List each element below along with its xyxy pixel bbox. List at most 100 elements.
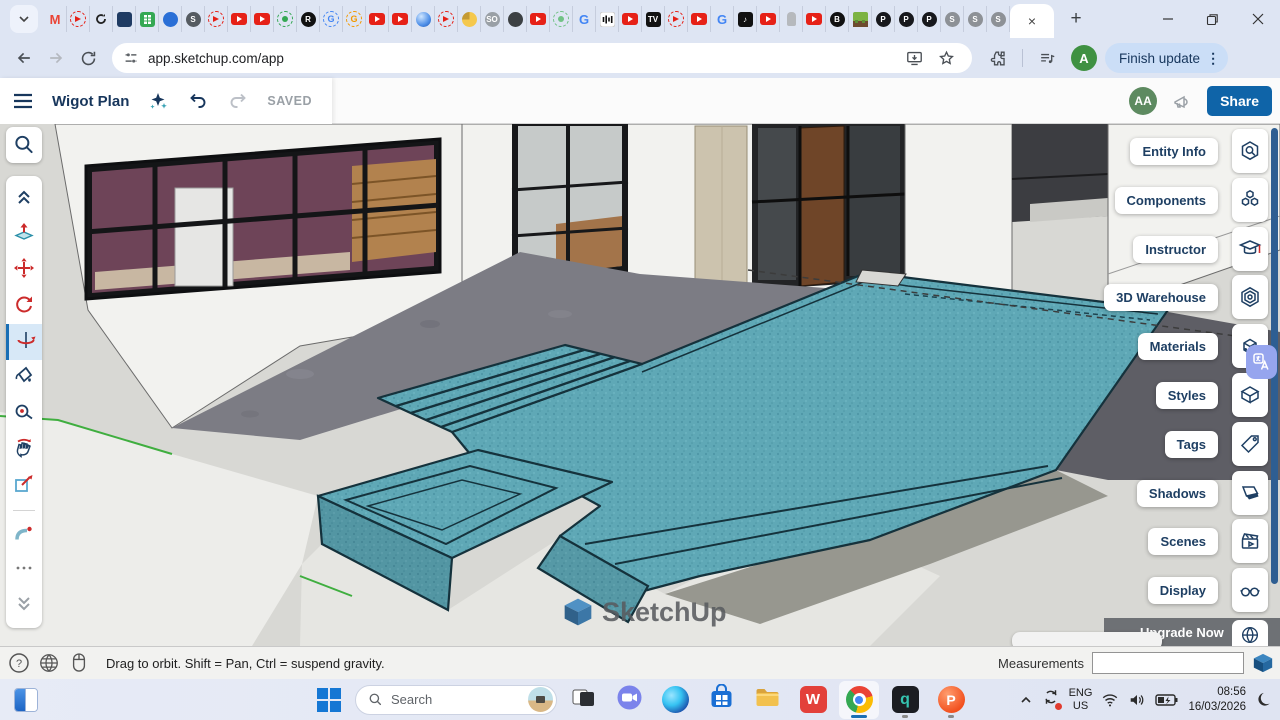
browser-tab[interactable]: SO — [481, 6, 504, 32]
tool-push-pull[interactable] — [6, 216, 42, 252]
mouse-hints-button[interactable] — [64, 652, 94, 674]
tool-orbit-hand[interactable] — [6, 432, 42, 468]
battery-charging-icon[interactable] — [1155, 693, 1179, 707]
browser-tab[interactable] — [412, 6, 435, 32]
panel-button-shadows[interactable] — [1232, 471, 1268, 515]
browser-tab[interactable] — [435, 6, 458, 32]
browser-tab[interactable]: P — [895, 6, 918, 32]
install-app-button[interactable] — [898, 42, 930, 74]
finish-update-button[interactable]: Finish update ⋮ — [1105, 43, 1228, 73]
browser-tab[interactable] — [803, 6, 826, 32]
reload-button[interactable] — [72, 42, 104, 74]
panel-button-display[interactable] — [1232, 568, 1268, 612]
browser-tab[interactable] — [366, 6, 389, 32]
panel-button-components[interactable] — [1232, 178, 1268, 222]
browser-tab[interactable] — [458, 6, 481, 32]
forward-button[interactable] — [40, 42, 72, 74]
taskbar-app-store[interactable] — [701, 681, 741, 719]
new-tab-button[interactable]: + — [1062, 5, 1090, 33]
language-button[interactable] — [34, 652, 64, 674]
redo-icon[interactable] — [227, 90, 249, 112]
browser-tab[interactable]: P — [918, 6, 941, 32]
browser-tab[interactable] — [780, 6, 803, 32]
browser-tab[interactable]: S — [964, 6, 987, 32]
taskbar-app-chrome[interactable] — [839, 681, 879, 719]
taskbar-app-q-app[interactable]: q — [885, 681, 925, 719]
browser-tab[interactable] — [90, 6, 113, 32]
panel-button-instructor[interactable] — [1232, 227, 1268, 271]
site-settings-icon[interactable] — [122, 49, 140, 67]
panel-button-styles[interactable] — [1232, 373, 1268, 417]
taskbar-search[interactable]: Search — [355, 685, 557, 715]
account-avatar[interactable]: AA — [1129, 87, 1157, 115]
extensions-button[interactable] — [982, 42, 1014, 74]
start-button[interactable] — [309, 681, 349, 719]
model-viewport[interactable]: SketchUp Entity InfoComponentsInstructor… — [0, 124, 1280, 646]
browser-tab[interactable] — [251, 6, 274, 32]
panel-button-entity-info[interactable] — [1232, 129, 1268, 173]
browser-tab[interactable] — [596, 6, 619, 32]
restore-button[interactable] — [1190, 0, 1235, 38]
do-not-disturb-moon-icon[interactable] — [1255, 691, 1272, 708]
panel-button-tags[interactable] — [1232, 422, 1268, 466]
widgets-button[interactable] — [14, 688, 38, 712]
browser-menu-icon[interactable]: ⋮ — [1206, 50, 1220, 67]
browser-tab[interactable] — [389, 6, 412, 32]
browser-tab[interactable] — [757, 6, 780, 32]
measurements-input[interactable] — [1092, 652, 1244, 674]
taskbar-clock[interactable]: 08:56 16/03/2026 — [1188, 685, 1246, 715]
language-indicator[interactable]: ENG US — [1069, 687, 1093, 712]
browser-tab[interactable] — [113, 6, 136, 32]
browser-tab[interactable] — [274, 6, 297, 32]
share-button[interactable]: Share — [1207, 86, 1272, 116]
translate-extension-button[interactable] — [1246, 345, 1277, 379]
taskbar-app-file-explorer[interactable] — [747, 681, 787, 719]
browser-tab[interactable] — [688, 6, 711, 32]
browser-tab[interactable] — [527, 6, 550, 32]
browser-tab[interactable] — [504, 6, 527, 32]
minimize-button[interactable] — [1145, 0, 1190, 38]
browser-tab[interactable] — [67, 6, 90, 32]
tool-collapse-down[interactable] — [6, 588, 42, 624]
browser-tab[interactable] — [136, 6, 159, 32]
panel-button-3d-warehouse[interactable] — [1232, 275, 1268, 319]
tab-search-button[interactable] — [10, 5, 38, 33]
browser-tab[interactable]: S — [182, 6, 205, 32]
close-window-button[interactable] — [1235, 0, 1280, 38]
panel-card-globe[interactable] — [1232, 620, 1268, 646]
model-title[interactable]: Wigot Plan — [52, 93, 129, 110]
browser-tab[interactable]: G — [711, 6, 734, 32]
tool-tape-measure[interactable] — [6, 396, 42, 432]
tool-rotate[interactable] — [6, 288, 42, 324]
playlist-button[interactable] — [1031, 42, 1063, 74]
browser-tab[interactable] — [159, 6, 182, 32]
browser-tab[interactable]: S — [941, 6, 964, 32]
browser-tab[interactable] — [228, 6, 251, 32]
browser-tab[interactable]: M — [44, 6, 67, 32]
speaker-icon[interactable] — [1128, 691, 1146, 709]
browser-tab[interactable] — [205, 6, 228, 32]
ai-sparkle-icon[interactable] — [147, 90, 169, 112]
browser-tab[interactable]: ♪ — [734, 6, 757, 32]
update-pending-icon[interactable] — [1042, 688, 1060, 711]
url-omnibox[interactable]: app.sketchup.com/app — [112, 43, 972, 73]
search-tool-button[interactable] — [6, 127, 42, 163]
tool-more[interactable] — [6, 552, 42, 588]
taskbar-app-wps-office[interactable]: W — [793, 681, 833, 719]
browser-profile-avatar[interactable]: A — [1071, 45, 1097, 71]
taskbar-app-wps-presentation[interactable]: P — [931, 681, 971, 719]
browser-tab[interactable]: G — [320, 6, 343, 32]
browser-tab[interactable] — [550, 6, 573, 32]
search-highlight-image[interactable] — [528, 687, 553, 712]
help-button[interactable]: ? — [4, 652, 34, 674]
browser-tab[interactable] — [619, 6, 642, 32]
tool-scale-box[interactable] — [6, 468, 42, 504]
bookmark-button[interactable] — [930, 42, 962, 74]
back-button[interactable] — [8, 42, 40, 74]
tool-collapse-up[interactable] — [6, 180, 42, 216]
feedback-icon[interactable] — [1171, 90, 1193, 112]
tool-paint-bucket[interactable] — [6, 360, 42, 396]
panel-button-scenes[interactable] — [1232, 519, 1268, 563]
tool-move[interactable] — [6, 252, 42, 288]
taskbar-app-edge[interactable] — [655, 681, 695, 719]
